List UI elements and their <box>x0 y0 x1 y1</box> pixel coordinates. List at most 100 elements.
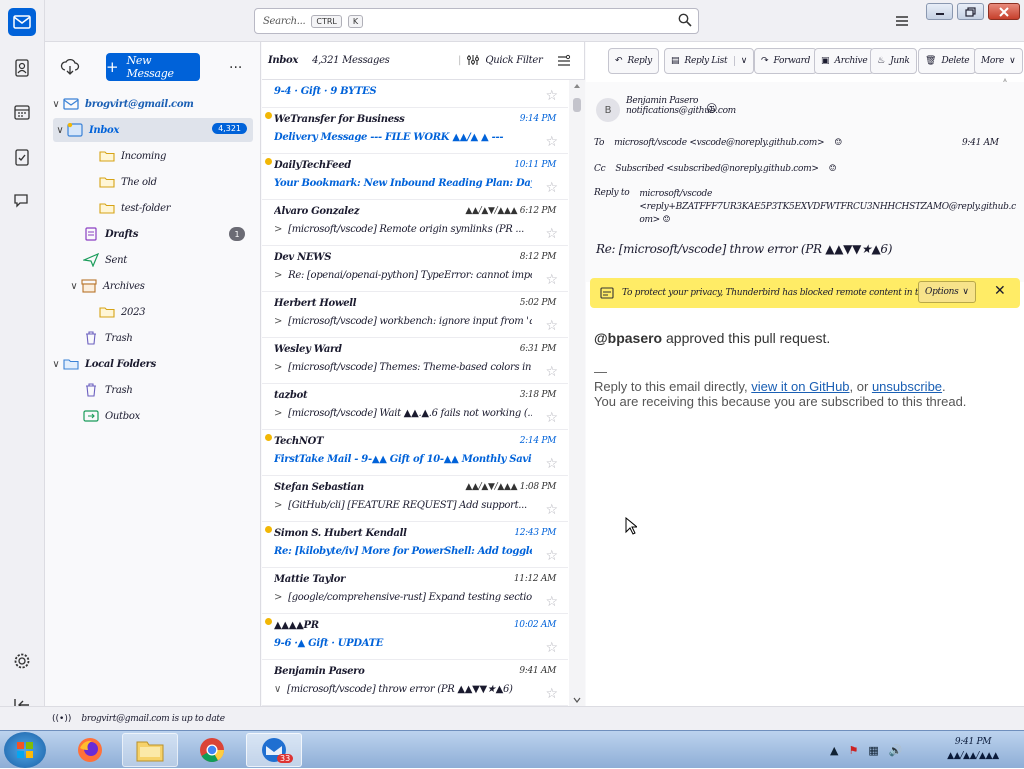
scroll-up-icon[interactable] <box>573 82 581 90</box>
contact-icon[interactable]: ☺ <box>662 215 670 225</box>
folder-archive-year[interactable]: 2023 <box>99 300 251 324</box>
star-icon[interactable]: ☆ <box>545 272 558 288</box>
more-button[interactable]: More ∨ <box>974 48 1023 74</box>
get-messages-icon[interactable] <box>59 56 81 78</box>
list-item[interactable]: WeTransfer for Business 9:14 PM Delivery M… <box>262 108 568 154</box>
list-item[interactable]: TechNOT 2:14 PM FirstTake Mail - 9-▲▲ Gift… <box>262 430 568 476</box>
star-icon[interactable]: ☆ <box>545 226 558 242</box>
archive-button[interactable]: ▣ Archive <box>814 48 875 74</box>
thread-toggle-icon[interactable]: > <box>274 362 282 373</box>
start-button[interactable] <box>4 732 46 768</box>
close-window-button[interactable] <box>988 3 1020 20</box>
folder-archives[interactable]: ∨ Archives <box>67 274 251 298</box>
forward-button[interactable]: ↷ Forward <box>754 48 818 74</box>
new-message-button[interactable]: + New Message <box>106 53 200 81</box>
minimize-button[interactable] <box>926 3 953 20</box>
chevron-down-icon[interactable]: ∨ <box>733 56 747 66</box>
thread-toggle-icon[interactable]: > <box>274 408 282 419</box>
list-item[interactable]: DailyTechFeed 10:11 PM Your Bookmark: New … <box>262 154 568 200</box>
calendar-button[interactable] <box>8 98 36 126</box>
folder-pane-more-icon[interactable]: ··· <box>229 60 242 76</box>
tasks-button[interactable] <box>8 143 36 171</box>
list-item[interactable]: Wesley Ward 6:31 PM > [microsoft/vscode] Th… <box>262 338 568 384</box>
taskbar-thunderbird[interactable]: 33 <box>246 733 302 767</box>
settings-button[interactable] <box>8 647 36 675</box>
show-hidden-icons-icon[interactable]: ▲ <box>830 744 838 757</box>
list-item[interactable]: Benjamin Pasero 9:41 AM ∨ [microsoft/vscode… <box>262 660 568 706</box>
sender-name[interactable]: Benjamin Pasero <box>626 96 736 106</box>
folder-test[interactable]: test-folder <box>99 196 251 220</box>
list-item[interactable]: Simon S. Hubert Kendall 12:43 PM Re: [kilo… <box>262 522 568 568</box>
restore-button[interactable] <box>957 3 984 20</box>
star-icon[interactable]: ☆ <box>545 364 558 380</box>
sender-email[interactable]: notifications@github.com <box>626 106 736 116</box>
reply-button[interactable]: ↶ Reply <box>608 48 659 74</box>
star-icon[interactable]: ☆ <box>545 594 558 610</box>
list-item[interactable]: Stefan Sebastian ▲▲/▲▼/▲▲▲ 1:08 PM > [GitHu… <box>262 476 568 522</box>
folder-trash[interactable]: Trash <box>83 326 251 350</box>
thread-toggle-icon[interactable]: ∨ <box>274 684 281 695</box>
star-icon[interactable]: ☆ <box>545 640 558 656</box>
junk-button[interactable]: ♨ Junk <box>870 48 917 74</box>
list-item[interactable]: ▲▲▲▲PR 10:02 AM 9-6 ·▲ Gift · UPDATE ☆ <box>262 614 568 660</box>
app-menu-icon[interactable] <box>893 12 911 30</box>
to-value[interactable]: microsoft/vscode <vscode@noreply.github.… <box>614 138 824 148</box>
cc-value[interactable]: Subscribed <subscribed@noreply.github.co… <box>615 164 819 174</box>
list-item[interactable]: 9-4 · Gift · 9 BYTES ☆ <box>262 80 568 108</box>
message-list-scrollbar[interactable] <box>569 80 585 706</box>
account-row[interactable]: ∨ brogvirt@gmail.com <box>49 92 255 116</box>
view-on-github-link[interactable]: view it on GitHub <box>751 379 849 394</box>
contact-icon[interactable]: ☺ <box>706 102 717 115</box>
mail-space-button[interactable] <box>8 8 36 36</box>
star-icon[interactable]: ☆ <box>545 318 558 334</box>
star-icon[interactable]: ☆ <box>545 134 558 150</box>
volume-icon[interactable]: 🔊 <box>889 744 903 757</box>
unsubscribe-link[interactable]: unsubscribe <box>872 379 942 394</box>
star-icon[interactable]: ☆ <box>545 180 558 196</box>
star-icon[interactable]: ☆ <box>545 686 558 702</box>
reply-list-button[interactable]: ▤ Reply List ∨ <box>664 48 755 74</box>
reply-to-address[interactable]: <reply+BZATFFF7UR3KAE5P3TK5EXVDFWTFRCU3N… <box>639 202 1016 225</box>
address-book-button[interactable] <box>8 54 36 82</box>
thread-toggle-icon[interactable]: > <box>274 500 282 511</box>
taskbar-explorer[interactable] <box>122 733 178 767</box>
action-center-icon[interactable]: ⚑ <box>848 744 858 757</box>
star-icon[interactable]: ☆ <box>545 88 558 104</box>
delete-button[interactable]: 🗑 Delete <box>918 48 977 74</box>
local-trash[interactable]: Trash <box>83 378 251 402</box>
scrollbar-thumb[interactable] <box>573 98 581 112</box>
list-display-options-icon[interactable] <box>556 53 572 69</box>
thread-toggle-icon[interactable]: > <box>274 592 282 603</box>
reply-to-value[interactable]: microsoft/vscode <box>639 189 712 199</box>
folder-the-old[interactable]: The old <box>99 170 251 194</box>
list-item[interactable]: Mattie Taylor 11:12 AM > [google/comprehens… <box>262 568 568 614</box>
search-icon[interactable] <box>678 13 692 27</box>
folder-drafts[interactable]: Drafts 1 <box>83 222 251 246</box>
local-folders-row[interactable]: ∨ Local Folders <box>49 352 255 376</box>
star-icon[interactable]: ☆ <box>545 548 558 564</box>
star-icon[interactable]: ☆ <box>545 502 558 518</box>
thread-toggle-icon[interactable]: > <box>274 224 282 235</box>
taskbar-clock[interactable]: 9:41 PM ▲▲/▲▲/▲▲▲ <box>928 735 1018 763</box>
contact-icon[interactable]: ☺ <box>834 138 842 148</box>
chat-button[interactable] <box>8 187 36 215</box>
list-item[interactable]: Alvaro Gonzalez ▲▲/▲▼/▲▲▲ 6:12 PM > [micros… <box>262 200 568 246</box>
local-outbox[interactable]: Outbox <box>83 404 251 428</box>
taskbar-chrome[interactable] <box>184 733 240 767</box>
list-item[interactable]: Dev NEWS 8:12 PM > Re: [openai/openai-pytho… <box>262 246 568 292</box>
notice-options-button[interactable]: Options ∨ <box>918 281 976 303</box>
folder-incoming[interactable]: Incoming <box>99 144 251 168</box>
list-item[interactable]: Herbert Howell 5:02 PM > [microsoft/vscode]… <box>262 292 568 338</box>
list-item[interactable]: tazbot 3:18 PM > [microsoft/vscode] Wait ▲▲… <box>262 384 568 430</box>
thread-toggle-icon[interactable]: > <box>274 270 282 281</box>
thread-toggle-icon[interactable]: > <box>274 316 282 327</box>
folder-sent[interactable]: Sent <box>83 248 251 272</box>
taskbar-firefox[interactable] <box>62 733 118 767</box>
network-icon[interactable]: ▦ <box>868 744 878 757</box>
star-icon[interactable]: ☆ <box>545 456 558 472</box>
folder-inbox[interactable]: ∨ Inbox 4,321 <box>53 118 253 142</box>
quick-filter-button[interactable]: | Quick Filter <box>458 54 543 66</box>
contact-icon[interactable]: ☺ <box>829 164 837 174</box>
scroll-down-icon[interactable] <box>573 696 581 704</box>
star-icon[interactable]: ☆ <box>545 410 558 426</box>
